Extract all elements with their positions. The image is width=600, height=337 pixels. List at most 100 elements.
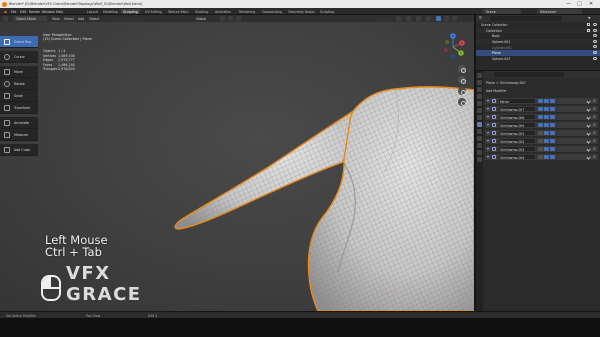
orientation-selector[interactable]: Global [196, 17, 206, 21]
edit-mode-toggle-icon[interactable] [538, 147, 543, 152]
close-icon[interactable]: ✕ [593, 131, 596, 135]
menu-edit[interactable]: Edit [20, 10, 26, 14]
collapse-icon[interactable] [487, 139, 489, 142]
scene-selector[interactable]: Scene [483, 9, 521, 14]
close-icon[interactable]: ✕ [593, 123, 596, 127]
visibility-icon[interactable] [396, 16, 401, 21]
outliner-row-sphere-003[interactable]: Sphere.003 [476, 56, 600, 62]
modifier-shrinkwrap-001[interactable]: Shrinkwrap.001 ✕ [485, 130, 598, 137]
material-tab-icon[interactable] [477, 157, 482, 162]
scene-tab-icon[interactable] [477, 101, 482, 106]
menu-add[interactable]: Add [78, 17, 84, 21]
modifier-name-field[interactable]: Shrinkwrap.008 [499, 115, 535, 120]
modifier-name-field[interactable]: Shrinkwrap.001 [499, 131, 535, 136]
edit-mode-toggle-icon[interactable] [538, 99, 543, 104]
tab-texture-paint[interactable]: Texture Paint [166, 9, 191, 14]
filter-icon[interactable]: ▼ [588, 16, 590, 20]
chevron-down-icon[interactable] [586, 146, 591, 152]
tool-scale[interactable]: Scale [0, 90, 38, 102]
tab-geometry-nodes[interactable]: Geometry Nodes [286, 9, 317, 14]
checkbox-icon[interactable] [587, 23, 590, 26]
edit-mode-toggle-icon[interactable] [538, 155, 543, 160]
edit-mode-toggle-icon[interactable] [538, 123, 543, 128]
chevron-down-icon[interactable] [586, 98, 591, 104]
collapse-icon[interactable] [487, 155, 489, 158]
mode-selector[interactable]: Object Mode [13, 16, 47, 21]
tool-move[interactable]: Move [0, 66, 38, 78]
chevron-down-icon[interactable] [586, 154, 591, 160]
eye-icon[interactable] [593, 45, 597, 49]
eye-icon[interactable] [593, 28, 597, 32]
collapse-icon[interactable] [487, 131, 489, 134]
eye-icon[interactable] [593, 23, 597, 26]
viewport-toggle-icon[interactable] [544, 107, 549, 112]
tool-tab-icon[interactable] [477, 73, 482, 78]
view-layer-selector[interactable]: ViewLayer [537, 9, 582, 14]
modifier-name-field[interactable]: Shrinkwrap.009 [499, 123, 535, 128]
chevron-down-icon[interactable] [586, 122, 591, 128]
render-tab-icon[interactable] [477, 80, 482, 85]
tool-rotate[interactable]: Rotate [0, 78, 38, 90]
modifier-name-field[interactable]: Shrinkwrap.004 [499, 155, 535, 160]
modifier-shrinkwrap-003[interactable]: Shrinkwrap.003 ✕ [485, 146, 598, 153]
tool-annotate[interactable]: Annotate [0, 117, 38, 129]
constraints-tab-icon[interactable] [477, 143, 482, 148]
navigation-gizmo[interactable]: X Y Z [438, 32, 468, 62]
outliner-search-input[interactable] [490, 16, 562, 21]
close-icon[interactable]: ✕ [593, 99, 596, 103]
render-toggle-icon[interactable] [550, 123, 555, 128]
camera-view-icon[interactable] [458, 87, 466, 95]
viewport-toggle-icon[interactable] [544, 147, 549, 152]
tool-transform[interactable]: Transform [0, 102, 38, 114]
tab-compositing[interactable]: Compositing [260, 9, 284, 14]
menu-file[interactable]: File [11, 10, 16, 14]
proportional-edit-icon[interactable] [236, 16, 241, 21]
tool-cursor[interactable]: Cursor [0, 51, 38, 63]
viewport-toggle-icon[interactable] [544, 131, 549, 136]
modifier-shrinkwrap-004[interactable]: Shrinkwrap.004 ✕ [485, 154, 598, 161]
collapse-icon[interactable] [487, 107, 489, 110]
menu-view[interactable]: View [52, 17, 60, 21]
minimize-button[interactable]: — [566, 1, 571, 7]
modifier-mirror[interactable]: Mirror ✕ [485, 98, 598, 105]
render-toggle-icon[interactable] [550, 155, 555, 160]
collapse-icon[interactable] [487, 115, 489, 118]
tab-sculpting[interactable]: Sculpting [121, 9, 140, 14]
chevron-down-icon[interactable] [586, 114, 591, 120]
close-icon[interactable]: ✕ [593, 139, 596, 143]
tool-select-box[interactable]: Select Box [0, 36, 38, 48]
close-icon[interactable]: ✕ [593, 107, 596, 111]
modifier-name-field[interactable]: Shrinkwrap.003 [499, 147, 535, 152]
tab-shading[interactable]: Shading [193, 9, 210, 14]
edit-mode-toggle-icon[interactable] [538, 107, 543, 112]
blender-menu-icon[interactable]: ◉ [4, 10, 7, 14]
chevron-down-icon[interactable] [586, 130, 591, 136]
tab-layout[interactable]: Layout [85, 9, 100, 14]
eye-icon[interactable] [593, 50, 597, 54]
tab-animation[interactable]: Animation [213, 9, 233, 14]
zoom-icon[interactable] [458, 65, 466, 73]
viewport-toggle-icon[interactable] [544, 155, 549, 160]
menu-object[interactable]: Object [89, 17, 99, 21]
maximize-button[interactable]: □ [577, 1, 582, 7]
view-layer-tab-icon[interactable] [477, 94, 482, 99]
eye-icon[interactable] [593, 39, 597, 43]
shading-material-icon[interactable] [444, 16, 449, 21]
viewport-toggle-icon[interactable] [544, 123, 549, 128]
tool-add-cube[interactable]: Add Cube [0, 144, 38, 156]
tab-modeling[interactable]: Modeling [101, 9, 120, 14]
modifier-tab-icon[interactable] [477, 122, 482, 127]
grid-perspective-icon[interactable] [458, 98, 466, 106]
xray-toggle-icon[interactable] [426, 16, 431, 21]
object-tab-icon[interactable] [477, 115, 482, 120]
close-icon[interactable]: ✕ [593, 147, 596, 151]
properties-search-input[interactable] [494, 72, 564, 77]
chevron-down-icon[interactable] [586, 138, 591, 144]
snap-icon[interactable] [228, 16, 233, 21]
pivot-icon[interactable] [220, 16, 225, 21]
physics-tab-icon[interactable] [477, 136, 482, 141]
pan-hand-icon[interactable] [458, 76, 466, 84]
tool-measure[interactable]: Measure [0, 129, 38, 141]
menu-render[interactable]: Render [29, 10, 40, 14]
eye-icon[interactable] [593, 56, 597, 60]
